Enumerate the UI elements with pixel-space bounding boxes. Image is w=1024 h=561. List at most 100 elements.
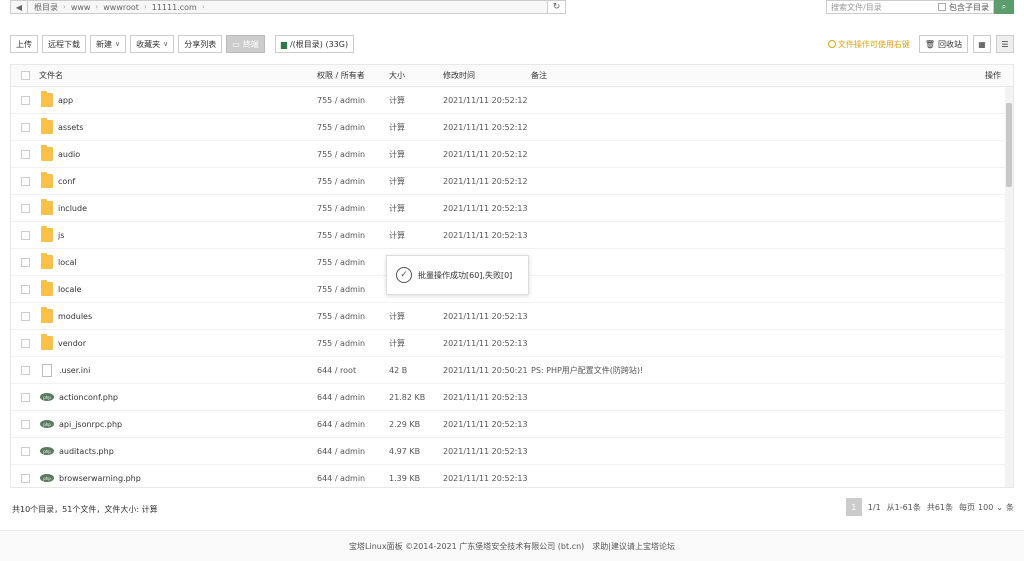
file-name-cell[interactable]: modules	[39, 307, 317, 323]
share-list-button[interactable]: 分享列表	[178, 35, 223, 53]
grid-view-button[interactable]: ▦	[973, 35, 991, 53]
row-checkbox[interactable]	[20, 284, 30, 294]
row-checkbox[interactable]	[20, 230, 30, 240]
file-name-cell[interactable]: js	[39, 226, 317, 242]
file-name-cell[interactable]: php auditacts.php	[39, 447, 317, 456]
header-perm[interactable]: 权限 / 所有者	[317, 70, 389, 81]
table-row[interactable]: vendor 755 / admin 计算 2021/11/11 20:52:13	[11, 330, 1013, 357]
file-name-cell[interactable]: assets	[39, 118, 317, 134]
header-size[interactable]: 大小	[389, 70, 443, 81]
file-name[interactable]: local	[58, 258, 77, 267]
perm-cell[interactable]: 644 / root	[317, 366, 389, 375]
row-checkbox[interactable]	[20, 392, 30, 402]
size-cell[interactable]: 计算	[389, 95, 443, 106]
perm-cell[interactable]: 755 / admin	[317, 231, 389, 240]
refresh-button[interactable]: ↻	[548, 0, 566, 14]
perm-cell[interactable]: 755 / admin	[317, 177, 389, 186]
breadcrumb-segment[interactable]: 11111.com	[152, 3, 197, 12]
file-name[interactable]: audio	[58, 150, 80, 159]
row-checkbox[interactable]	[20, 257, 30, 267]
perm-cell[interactable]: 644 / admin	[317, 447, 389, 456]
file-name-cell[interactable]: conf	[39, 172, 317, 188]
search-input[interactable]: 搜索文件/目录 包含子目录	[826, 0, 994, 14]
file-name[interactable]: browserwarning.php	[59, 474, 141, 483]
disk-button[interactable]: ▆/(根目录) (33G)	[274, 35, 355, 53]
file-name-cell[interactable]: audio	[39, 145, 317, 161]
perm-cell[interactable]: 755 / admin	[317, 339, 389, 348]
list-view-button[interactable]: ☰	[996, 35, 1014, 53]
recycle-bin-button[interactable]: 🗑 回收站	[918, 35, 968, 53]
per-page-select[interactable]: 每页 100 ⌄ 条	[959, 502, 1014, 513]
file-name[interactable]: api_jsonrpc.php	[59, 420, 122, 429]
row-checkbox[interactable]	[20, 203, 30, 213]
size-cell[interactable]: 计算	[389, 203, 443, 214]
file-name-cell[interactable]: .user.ini	[39, 363, 317, 377]
file-name[interactable]: locale	[58, 285, 82, 294]
file-name-cell[interactable]: php actionconf.php	[39, 393, 317, 402]
file-name[interactable]: include	[58, 204, 87, 213]
table-row[interactable]: php browserwarning.php 644 / admin 1.39 KB 2…	[11, 465, 1013, 487]
size-cell[interactable]: 计算	[389, 122, 443, 133]
perm-cell[interactable]: 644 / admin	[317, 474, 389, 483]
back-button[interactable]: ◀	[10, 0, 28, 14]
size-cell[interactable]: 42 B	[389, 366, 443, 375]
search-button[interactable]: ⌕	[994, 0, 1014, 14]
perm-cell[interactable]: 644 / admin	[317, 420, 389, 429]
file-name-cell[interactable]: php api_jsonrpc.php	[39, 420, 317, 429]
row-checkbox[interactable]	[20, 95, 30, 105]
row-checkbox[interactable]	[20, 446, 30, 456]
size-cell[interactable]: 4.97 KB	[389, 447, 443, 456]
header-name[interactable]: 文件名	[39, 70, 317, 81]
table-row[interactable]: .user.ini 644 / root 42 B 2021/11/11 20:50:…	[11, 357, 1013, 384]
table-row[interactable]: conf 755 / admin 计算 2021/11/11 20:52:12	[11, 168, 1013, 195]
file-name[interactable]: assets	[58, 123, 83, 132]
header-time[interactable]: 修改时间	[443, 70, 531, 81]
size-cell[interactable]: 2.29 KB	[389, 420, 443, 429]
size-cell[interactable]: 21.82 KB	[389, 393, 443, 402]
breadcrumb[interactable]: 根目录 › www › wwwroot › 11111.com ›	[28, 0, 548, 14]
checkbox-box[interactable]	[938, 3, 946, 11]
row-checkbox[interactable]	[20, 338, 30, 348]
page-current-button[interactable]: 1	[845, 498, 862, 516]
row-checkbox[interactable]	[20, 311, 30, 321]
file-name[interactable]: js	[58, 231, 64, 240]
file-name-cell[interactable]: include	[39, 199, 317, 215]
size-cell[interactable]: 计算	[389, 176, 443, 187]
scrollbar[interactable]	[1005, 87, 1013, 487]
file-name[interactable]: app	[58, 96, 73, 105]
perm-cell[interactable]: 755 / admin	[317, 123, 389, 132]
breadcrumb-segment[interactable]: www	[71, 3, 91, 12]
table-row[interactable]: audio 755 / admin 计算 2021/11/11 20:52:12	[11, 141, 1013, 168]
note-cell[interactable]: PS: PHP用户配置文件(防跨站)!	[531, 365, 1013, 376]
file-name-cell[interactable]: php browserwarning.php	[39, 474, 317, 483]
scrollbar-thumb[interactable]	[1006, 103, 1012, 187]
breadcrumb-segment[interactable]: wwwroot	[103, 3, 139, 12]
size-cell[interactable]: 计算	[389, 311, 443, 322]
perm-cell[interactable]: 755 / admin	[317, 285, 389, 294]
include-subdir-checkbox[interactable]: 包含子目录	[938, 2, 989, 13]
table-row[interactable]: include 755 / admin 计算 2021/11/11 20:52:13	[11, 195, 1013, 222]
table-row[interactable]: assets 755 / admin 计算 2021/11/11 20:52:12	[11, 114, 1013, 141]
perm-cell[interactable]: 755 / admin	[317, 150, 389, 159]
size-cell[interactable]: 计算	[389, 338, 443, 349]
size-cell[interactable]: 计算	[389, 149, 443, 160]
file-name-cell[interactable]: locale	[39, 280, 317, 296]
file-name[interactable]: .user.ini	[59, 366, 90, 375]
file-name[interactable]: conf	[58, 177, 75, 186]
file-name[interactable]: actionconf.php	[59, 393, 118, 402]
file-name[interactable]: vendor	[58, 339, 86, 348]
table-row[interactable]: js 755 / admin 计算 2021/11/11 20:52:13	[11, 222, 1013, 249]
terminal-button[interactable]: ▭ 终端	[226, 35, 265, 53]
perm-cell[interactable]: 755 / admin	[317, 312, 389, 321]
forum-link[interactable]: 求助|建议请上宝塔论坛	[592, 541, 675, 552]
row-checkbox[interactable]	[20, 473, 30, 483]
perm-cell[interactable]: 755 / admin	[317, 96, 389, 105]
file-name[interactable]: modules	[58, 312, 92, 321]
size-cell[interactable]: 1.39 KB	[389, 474, 443, 483]
perm-cell[interactable]: 755 / admin	[317, 204, 389, 213]
file-name-cell[interactable]: app	[39, 91, 317, 107]
breadcrumb-segment[interactable]: 根目录	[34, 2, 58, 13]
select-all-checkbox[interactable]	[20, 71, 30, 80]
upload-button[interactable]: 上传	[10, 35, 38, 53]
table-row[interactable]: php actionconf.php 644 / admin 21.82 KB 2021…	[11, 384, 1013, 411]
